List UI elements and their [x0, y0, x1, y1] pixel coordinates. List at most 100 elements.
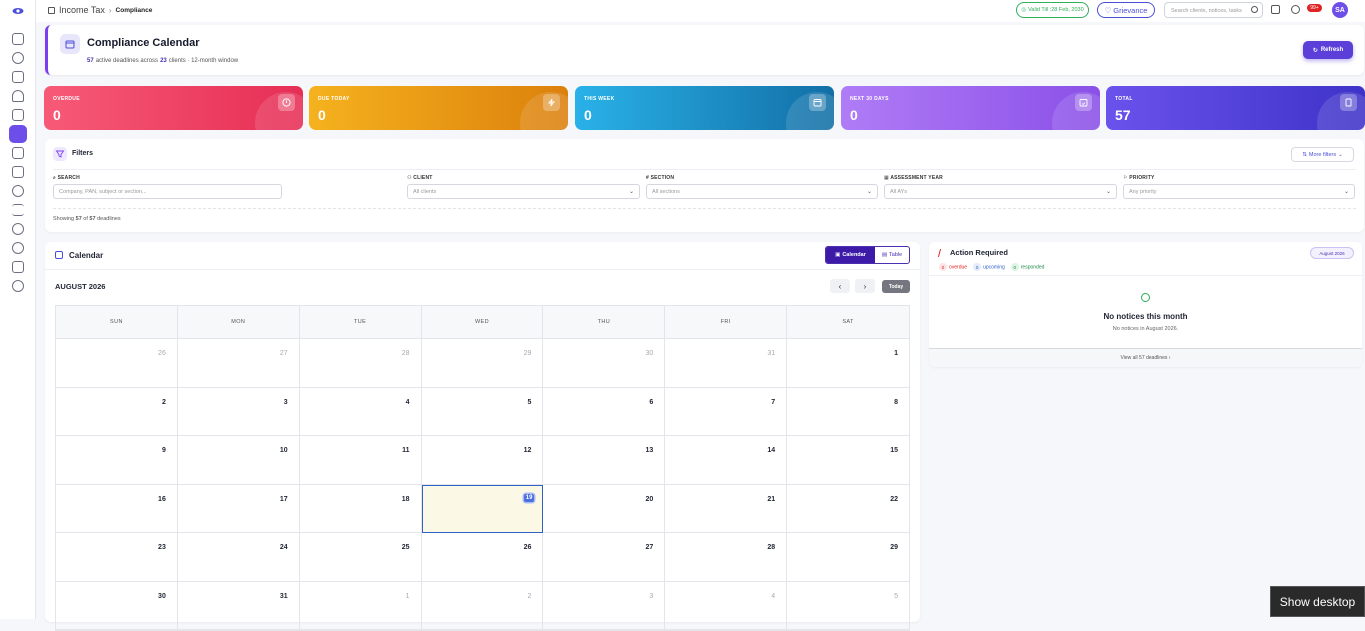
day-number: 2 [161, 398, 166, 406]
day-cell[interactable]: 16 [56, 484, 178, 533]
day-cell[interactable]: 6 [543, 387, 666, 436]
day-cell[interactable]: 8 [787, 388, 909, 436]
day-cell[interactable]: 5 [787, 582, 909, 630]
messages-icon[interactable] [1291, 5, 1300, 14]
avatar[interactable]: SA [1332, 2, 1348, 18]
home-icon[interactable] [48, 6, 55, 14]
refresh-button[interactable]: ↻ Refresh [1303, 41, 1353, 59]
day-cell[interactable]: 4 [299, 387, 422, 436]
day-cell[interactable]: 13 [543, 436, 666, 485]
filter-search: ⌕ SEARCH Company, PAN, subject or sectio… [53, 175, 282, 199]
chevron-down-icon: ⌄ [866, 189, 872, 195]
day-cell[interactable]: 15 [787, 436, 909, 485]
global-search-input[interactable]: Search clients, notices, tasks [1164, 2, 1263, 18]
day-cell[interactable]: 26 [421, 533, 544, 582]
view-calendar-button[interactable]: ▣ Calendar [826, 247, 875, 263]
sidebar-analytics-icon[interactable] [12, 185, 24, 197]
day-cell[interactable]: 20 [543, 484, 666, 533]
sidebar-home-icon[interactable] [12, 33, 24, 45]
sidebar-bell-icon[interactable] [12, 90, 24, 102]
day-cell[interactable]: 31 [665, 339, 788, 388]
next-month-button[interactable]: › [855, 279, 875, 293]
day-cell[interactable]: 25 [299, 533, 422, 582]
day-number: 5 [894, 592, 898, 600]
search-input[interactable]: Company, PAN, subject or section... [53, 184, 282, 199]
day-cell[interactable]: 18 [299, 484, 422, 533]
day-cell[interactable]: 9 [56, 436, 178, 485]
day-cell[interactable]: 5 [421, 387, 544, 436]
notification-badge[interactable]: 99+ [1307, 4, 1322, 12]
day-cell[interactable]: 22 [787, 485, 909, 533]
day-cell[interactable]: 27 [177, 339, 300, 388]
chat-icon[interactable] [1271, 5, 1280, 14]
sidebar-gavel-icon[interactable] [12, 109, 24, 121]
day-cell[interactable]: 11 [299, 436, 422, 485]
empty-state-subtitle: No notices in August 2026. [1112, 326, 1179, 332]
upcoming-summary[interactable]: 0 upcoming [973, 263, 1005, 271]
results-count: Showing 57 of 57 deadlines [53, 216, 121, 222]
sidebar-users-icon[interactable] [12, 52, 24, 64]
day-cell[interactable]: 28 [299, 339, 422, 388]
section-select[interactable]: All sections ⌄ [646, 184, 878, 199]
filter-label: PRIORITY [1129, 175, 1155, 181]
day-cell[interactable]: 31 [177, 581, 300, 630]
assessment-year-select[interactable]: All AYs ⌄ [884, 184, 1117, 199]
sidebar-history-icon[interactable] [12, 223, 24, 235]
day-cell[interactable]: 29 [421, 339, 544, 388]
day-cell[interactable]: 14 [665, 436, 788, 485]
day-cell[interactable]: 23 [56, 533, 178, 582]
day-cell[interactable]: 12 [421, 436, 544, 485]
day-cell[interactable]: 1 [787, 339, 909, 388]
day-cell[interactable]: 28 [665, 533, 788, 582]
stat-card-overdue[interactable]: OVERDUE 0 [44, 86, 303, 130]
calendar-grid: SUN MON TUE WED THU FRI SAT 26 27 28 29 30 31 1 2 3 4 5 6 7… [55, 305, 910, 631]
day-number: 17 [279, 495, 288, 503]
day-cell[interactable]: 26 [56, 339, 178, 388]
today-button[interactable]: Today [882, 280, 910, 293]
client-select[interactable]: All clients ⌄ [407, 184, 640, 199]
sidebar-billing-icon[interactable] [12, 261, 24, 273]
view-all-deadlines-link[interactable]: View all 57 deadlines › [929, 348, 1362, 367]
day-cell[interactable]: 3 [177, 387, 300, 436]
day-cell[interactable]: 1 [299, 581, 422, 630]
day-cell[interactable]: 21 [665, 484, 788, 533]
day-number: 8 [894, 398, 898, 406]
grievance-button[interactable]: ♡ Grievance [1097, 2, 1155, 18]
day-cell[interactable]: 27 [543, 533, 666, 582]
overdue-summary[interactable]: 0 overdue [939, 263, 967, 271]
filter-label: CLIENT [413, 175, 433, 181]
clients-count: 23 [160, 58, 167, 64]
day-cell[interactable]: 7 [665, 387, 788, 436]
sidebar-reports-icon[interactable] [12, 166, 24, 178]
day-cell[interactable]: 29 [787, 533, 909, 582]
day-cell[interactable]: 30 [543, 339, 666, 388]
prev-month-button[interactable]: ‹ [830, 279, 850, 293]
day-cell[interactable]: 2 [56, 387, 178, 436]
sidebar-compliance-icon[interactable] [9, 125, 27, 143]
stat-card-this-week[interactable]: THIS WEEK 0 [575, 86, 834, 130]
day-cell[interactable]: 2 [421, 581, 544, 630]
day-cell[interactable]: 30 [56, 581, 178, 630]
day-cell[interactable]: 17 [177, 484, 300, 533]
breadcrumb-root[interactable]: Income Tax [59, 5, 105, 15]
stat-card-total[interactable]: TOTAL 57 [1106, 86, 1365, 130]
day-cell[interactable]: 4 [665, 581, 788, 630]
sidebar-settings-icon[interactable] [12, 280, 24, 292]
day-cell[interactable]: 10 [177, 436, 300, 485]
stat-card-next-30-days[interactable]: NEXT 30 DAYS 0 [841, 86, 1100, 130]
priority-select[interactable]: Any priority ⌄ [1123, 184, 1355, 199]
view-table-button[interactable]: ▤ Table [875, 247, 909, 263]
day-cell[interactable]: 24 [177, 533, 300, 582]
stat-card-due-today[interactable]: DUE TODAY 0 [309, 86, 568, 130]
more-filters-button[interactable]: ⇅ More filters ⌄ [1291, 147, 1354, 162]
eye-logo-icon[interactable] [12, 6, 24, 16]
weekday-header: WED [421, 306, 544, 339]
day-cell[interactable]: 3 [543, 581, 666, 630]
day-cell-today[interactable]: 19 [421, 484, 544, 533]
sidebar-documents-icon[interactable] [12, 71, 24, 83]
responded-summary[interactable]: 0 responded [1010, 263, 1044, 271]
sidebar-help-icon[interactable] [12, 242, 24, 254]
sidebar-sliders-icon[interactable] [12, 204, 24, 216]
sidebar-tasks-icon[interactable] [12, 147, 24, 159]
breadcrumb-separator-icon: › [108, 5, 112, 15]
